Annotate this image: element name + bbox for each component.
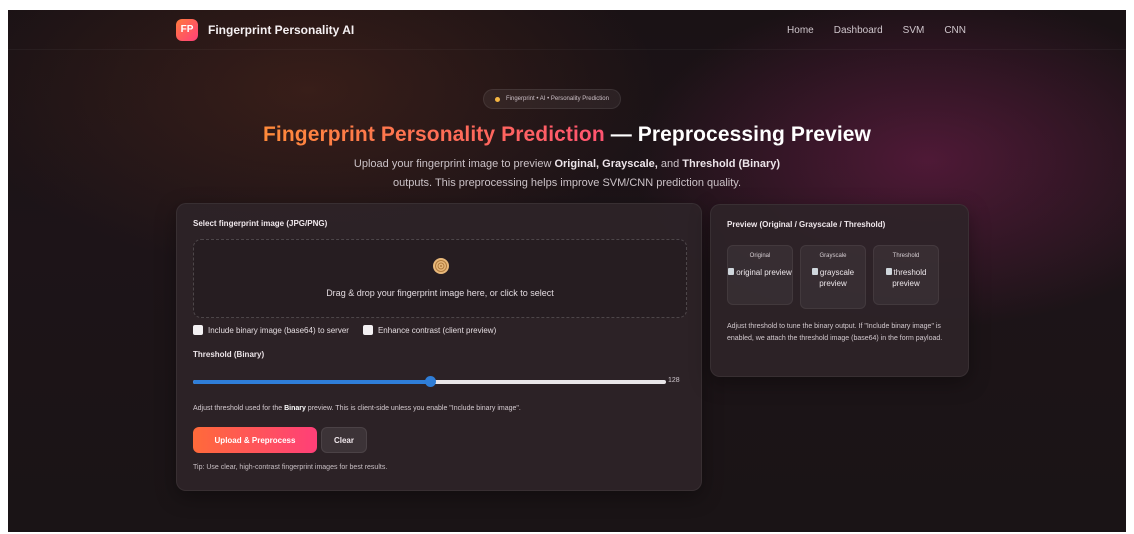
subtitle-bold: Threshold (Binary) <box>682 158 781 170</box>
include-binary-checkbox[interactable]: Include binary image (base64) to server <box>193 325 349 335</box>
hint-bold: Binary <box>284 405 306 412</box>
clear-button[interactable]: Clear <box>321 427 367 453</box>
checkbox-box[interactable] <box>362 325 373 335</box>
subtitle-text: and <box>657 158 683 170</box>
app-frame: FP Fingerprint Personality AI Home Dashb… <box>8 10 1126 532</box>
preview-tile-original: Original original preview <box>727 245 793 305</box>
nav-link-dashboard[interactable]: Dashboard <box>834 25 883 36</box>
pill-text: Fingerprint • AI • Personality Predictio… <box>506 96 609 102</box>
preview-tile-threshold: Threshold threshold preview <box>873 245 939 305</box>
threshold-value: 128 <box>668 377 680 384</box>
hint-text: preview. This is client-side unless you … <box>305 405 521 412</box>
checkbox-label: Enhance contrast (client preview) <box>377 325 497 335</box>
preview-card: Preview (Original / Grayscale / Threshol… <box>710 204 969 377</box>
upload-preprocess-button[interactable]: Upload & Preprocess <box>193 427 317 453</box>
broken-image-icon <box>811 268 818 275</box>
preview-tile-head: Grayscale <box>819 253 847 259</box>
page-title-rest: — Preprocessing Preview <box>610 123 871 146</box>
logo-badge[interactable]: FP <box>176 18 198 41</box>
subtitle-text: Upload your fingerprint image to preview <box>353 158 555 170</box>
grayscale-preview-image: grayscale preview <box>801 267 865 289</box>
dropzone-text: Drag & drop your fingerprint image here,… <box>326 288 554 298</box>
preview-note: Adjust threshold to tune the binary outp… <box>727 323 943 342</box>
fingerprint-icon <box>427 256 455 276</box>
preview-card-title: Preview (Original / Grayscale / Threshol… <box>727 220 886 229</box>
upload-card: Select fingerprint image (JPG/PNG) Drag … <box>176 203 702 491</box>
threshold-label: Threshold (Binary) <box>193 350 265 359</box>
hero-pill: Fingerprint • AI • Personality Predictio… <box>483 89 621 109</box>
page-title-accent: Fingerprint Personality Prediction <box>263 123 605 146</box>
nav-link-home[interactable]: Home <box>787 25 814 36</box>
preview-tile-head: Threshold <box>892 253 920 259</box>
pill-dot-icon <box>495 96 500 102</box>
threshold-preview-image: threshold preview <box>874 267 938 289</box>
tip-text: Tip: Use clear, high-contrast fingerprin… <box>193 464 388 471</box>
upload-card-title: Select fingerprint image (JPG/PNG) <box>193 219 328 228</box>
nav-link-svm[interactable]: SVM <box>903 25 925 36</box>
page-title: Fingerprint Personality Prediction — Pre… <box>8 123 1126 147</box>
image-alt-text: grayscale preview <box>819 268 855 288</box>
brand-name[interactable]: Fingerprint Personality AI <box>208 23 354 37</box>
nav-link-cnn[interactable]: CNN <box>944 25 966 36</box>
checkbox-label: Include binary image (base64) to server <box>208 325 349 335</box>
top-navbar: FP Fingerprint Personality AI Home Dashb… <box>8 10 1126 50</box>
dropzone[interactable]: Drag & drop your fingerprint image here,… <box>193 239 687 318</box>
threshold-slider[interactable] <box>193 376 666 388</box>
subtitle-bold: Original, Grayscale, <box>554 158 658 170</box>
threshold-hint: Adjust threshold used for the Binary pre… <box>193 405 521 412</box>
preview-tiles: Original original preview Grayscale gray… <box>727 245 939 309</box>
subtitle-line2: outputs. This preprocessing helps improv… <box>392 177 742 189</box>
broken-image-icon <box>728 268 735 275</box>
image-alt-text: original preview <box>736 268 792 277</box>
preview-tile-grayscale: Grayscale grayscale preview <box>800 245 866 309</box>
hint-text: Adjust threshold used for the <box>193 405 285 412</box>
preview-tile-head: Original <box>749 253 771 259</box>
original-preview-image: original preview <box>728 267 792 278</box>
enhance-contrast-checkbox[interactable]: Enhance contrast (client preview) <box>362 325 497 335</box>
slider-thumb[interactable] <box>425 376 436 387</box>
broken-image-icon <box>885 268 892 275</box>
checkbox-box[interactable] <box>193 325 203 335</box>
slider-fill <box>193 380 430 384</box>
image-alt-text: threshold preview <box>892 268 927 288</box>
page-subtitle: Upload your fingerprint image to preview… <box>8 155 1126 193</box>
nav-links: Home Dashboard SVM CNN <box>787 10 966 50</box>
options-row: Include binary image (base64) to server … <box>193 325 496 335</box>
